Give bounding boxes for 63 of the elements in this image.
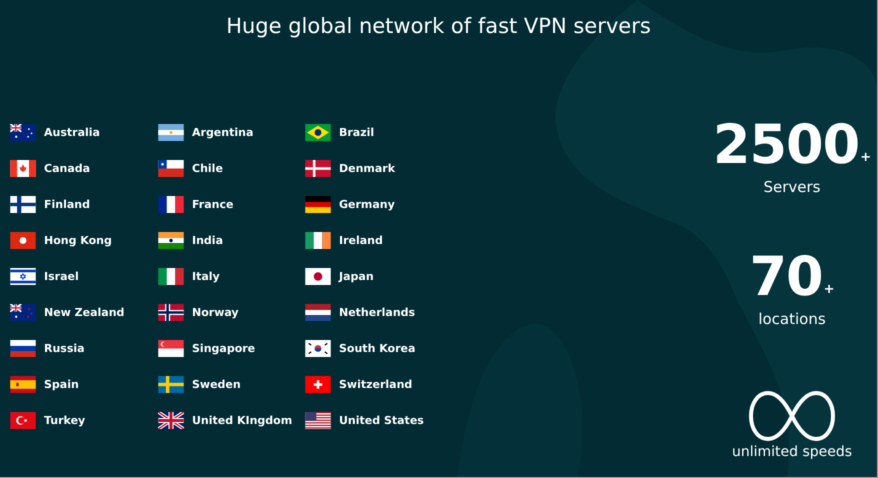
flag-icon [158, 412, 184, 429]
flag-icon [158, 268, 184, 285]
country-name: United States [339, 414, 424, 427]
country-name: Spain [44, 378, 79, 391]
country-name: United KIngdom [192, 414, 292, 427]
flag-icon [158, 304, 184, 321]
country-name: Argentina [192, 126, 254, 139]
flag-icon [10, 268, 36, 285]
country-name: Netherlands [339, 306, 416, 319]
flag-icon [10, 304, 36, 321]
flag-icon [305, 268, 331, 285]
flag-icon [10, 160, 36, 177]
country-name: Chile [192, 162, 223, 175]
flag-icon [10, 196, 36, 213]
country-name: Germany [339, 198, 395, 211]
flag-icon [305, 160, 331, 177]
plus-sign: + [860, 151, 872, 164]
flag-icon [305, 232, 331, 249]
country-name: Russia [44, 342, 85, 355]
flag-icon [10, 376, 36, 393]
country-name: India [192, 234, 223, 247]
stat-number: 2500 [712, 118, 860, 172]
country-name: South Korea [339, 342, 416, 355]
country-name: Norway [192, 306, 239, 319]
flag-icon [305, 412, 331, 429]
page-title: Huge global network of fast VPN servers [225, 14, 652, 38]
stat-label: locations [758, 310, 826, 328]
country-name: Denmark [339, 162, 396, 175]
flag-icon [305, 304, 331, 321]
flag-icon [158, 376, 184, 393]
country-name: Sweden [192, 378, 241, 391]
unlimited-speeds-label: unlimited speeds [732, 444, 852, 460]
country-name: Hong Kong [44, 234, 112, 247]
country-name: Finland [44, 198, 90, 211]
country-name: France [192, 198, 234, 211]
country-name: Switzerland [339, 378, 412, 391]
flag-icon [158, 196, 184, 213]
infinity-icon [748, 390, 836, 442]
flag-icon [158, 160, 184, 177]
country-name: Canada [44, 162, 90, 175]
country-name: Ireland [339, 234, 383, 247]
country-name: Israel [44, 270, 79, 283]
flag-icon [305, 376, 331, 393]
flag-icon [10, 124, 36, 141]
flag-icon [10, 340, 36, 357]
flag-icon [305, 196, 331, 213]
country-name: Singapore [192, 342, 256, 355]
country-name: New Zealand [44, 306, 124, 319]
country-name: Japan [339, 270, 374, 283]
flag-icon [10, 232, 36, 249]
flag-icon [158, 340, 184, 357]
flag-icon [10, 412, 36, 429]
flag-icon [305, 124, 331, 141]
stat-number: 70 [749, 250, 823, 304]
flag-icon [305, 340, 331, 357]
country-name: Brazil [339, 126, 374, 139]
flag-icon [158, 124, 184, 141]
stat-label: Servers [763, 178, 820, 196]
country-name: Australia [44, 126, 100, 139]
flag-icon [158, 232, 184, 249]
country-name: Italy [192, 270, 220, 283]
country-name: Turkey [44, 414, 86, 427]
plus-sign: + [824, 283, 835, 296]
